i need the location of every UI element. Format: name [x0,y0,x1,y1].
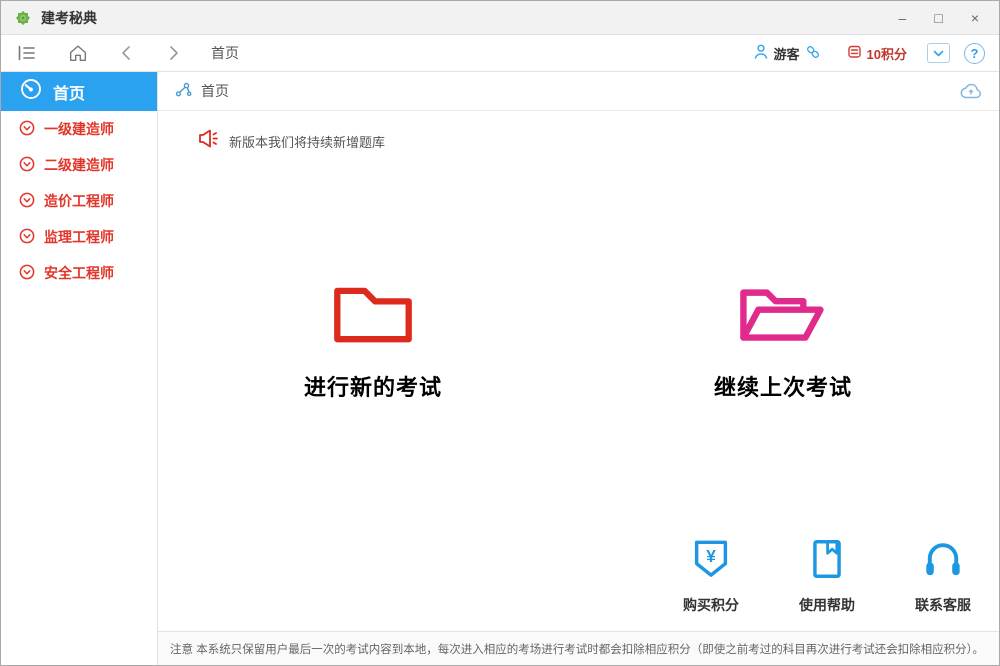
home-icon[interactable] [67,42,89,64]
announcement: 新版本我们将持续新增题库 [196,127,385,155]
help-guide-button[interactable]: 使用帮助 [795,538,859,615]
announcement-text: 新版本我们将持续新增题库 [229,132,385,151]
sidebar-item-label: 二级建造师 [44,155,114,175]
book-bookmark-icon [804,567,850,584]
app-logo-icon [13,8,33,28]
sidebar-item-anquan-gongchengshi[interactable]: 安全工程师 [1,255,157,291]
breadcrumb: 首页 [201,81,229,101]
megaphone-icon [196,127,220,155]
sidebar-item-zaojia-gongchengshi[interactable]: 造价工程师 [1,183,157,219]
contact-support-label: 联系客服 [911,595,975,615]
help-button[interactable]: ? [964,43,985,64]
close-button[interactable]: × [971,11,979,25]
user-account[interactable]: 游客 [753,43,821,63]
points-badge[interactable]: 10积分 [847,44,907,63]
forward-icon[interactable] [165,43,183,63]
nav-current-page: 首页 [211,43,239,63]
cloud-sync-icon[interactable] [959,82,983,101]
buy-points-button[interactable]: ¥ 购买积分 [679,538,743,615]
continue-last-exam-label: 继续上次考试 [668,370,898,402]
start-new-exam-label: 进行新的考试 [258,370,488,402]
contact-support-button[interactable]: 联系客服 [911,538,975,615]
folder-open-icon [737,336,829,353]
sidebar-item-jianli-gongchengshi[interactable]: 监理工程师 [1,219,157,255]
title-bar: 建考秘典 – □ × [1,1,999,35]
footer-actions: ¥ 购买积分 使用帮助 [679,538,975,615]
nav-bar: 首页 游客 [1,35,999,72]
dropdown-button[interactable] [927,43,950,63]
user-name: 游客 [774,44,800,63]
user-icon [753,43,769,63]
shield-yen-icon: ¥ [688,567,734,584]
coins-icon [847,44,862,63]
chevron-down-icon [933,44,944,62]
sidebar-item-erji-jianzaoshi[interactable]: 二级建造师 [1,147,157,183]
sidebar: 首页 一级建造师 二级建造师 [1,72,158,665]
note-text: 注意 本系统只保留用户最后一次的考试内容到本地，每次进入相应的考场进行考试时都会… [170,641,984,657]
main-panel: 首页 [158,72,999,665]
note-bar: 注意 本系统只保留用户最后一次的考试内容到本地，每次进入相应的考场进行考试时都会… [158,631,999,665]
help-guide-label: 使用帮助 [795,595,859,615]
minimize-button[interactable]: – [899,11,907,25]
sidebar-item-home[interactable]: 首页 [1,72,157,111]
share-nodes-icon [174,81,192,101]
link-icon [805,44,821,63]
headset-icon [920,567,966,584]
collapse-sidebar-icon[interactable] [15,42,37,64]
sidebar-item-label: 首页 [53,80,85,104]
circle-chevron-down-icon [19,120,35,139]
breadcrumb-bar: 首页 [158,72,999,111]
sidebar-item-label: 监理工程师 [44,227,114,247]
back-icon[interactable] [117,43,135,63]
maximize-button[interactable]: □ [934,11,942,25]
circle-chevron-down-icon [19,156,35,175]
buy-points-label: 购买积分 [679,595,743,615]
circle-chevron-down-icon [19,264,35,283]
app-window: 建考秘典 – □ × [0,0,1000,666]
sidebar-item-label: 安全工程师 [44,263,114,283]
dashboard-icon [19,77,43,106]
sidebar-item-label: 造价工程师 [44,191,114,211]
window-title: 建考秘典 [41,8,97,28]
start-new-exam-button[interactable]: 进行新的考试 [258,279,488,402]
circle-chevron-down-icon [19,192,35,211]
folder-closed-icon [331,336,415,353]
sidebar-item-yiji-jianzaoshi[interactable]: 一级建造师 [1,111,157,147]
sidebar-item-label: 一级建造师 [44,119,114,139]
points-value: 10积分 [867,44,907,63]
circle-chevron-down-icon [19,228,35,247]
content-area: 新版本我们将持续新增题库 进行新的考试 [158,111,999,631]
svg-text:¥: ¥ [706,546,716,566]
continue-last-exam-button[interactable]: 继续上次考试 [668,279,898,402]
question-icon: ? [971,46,979,61]
